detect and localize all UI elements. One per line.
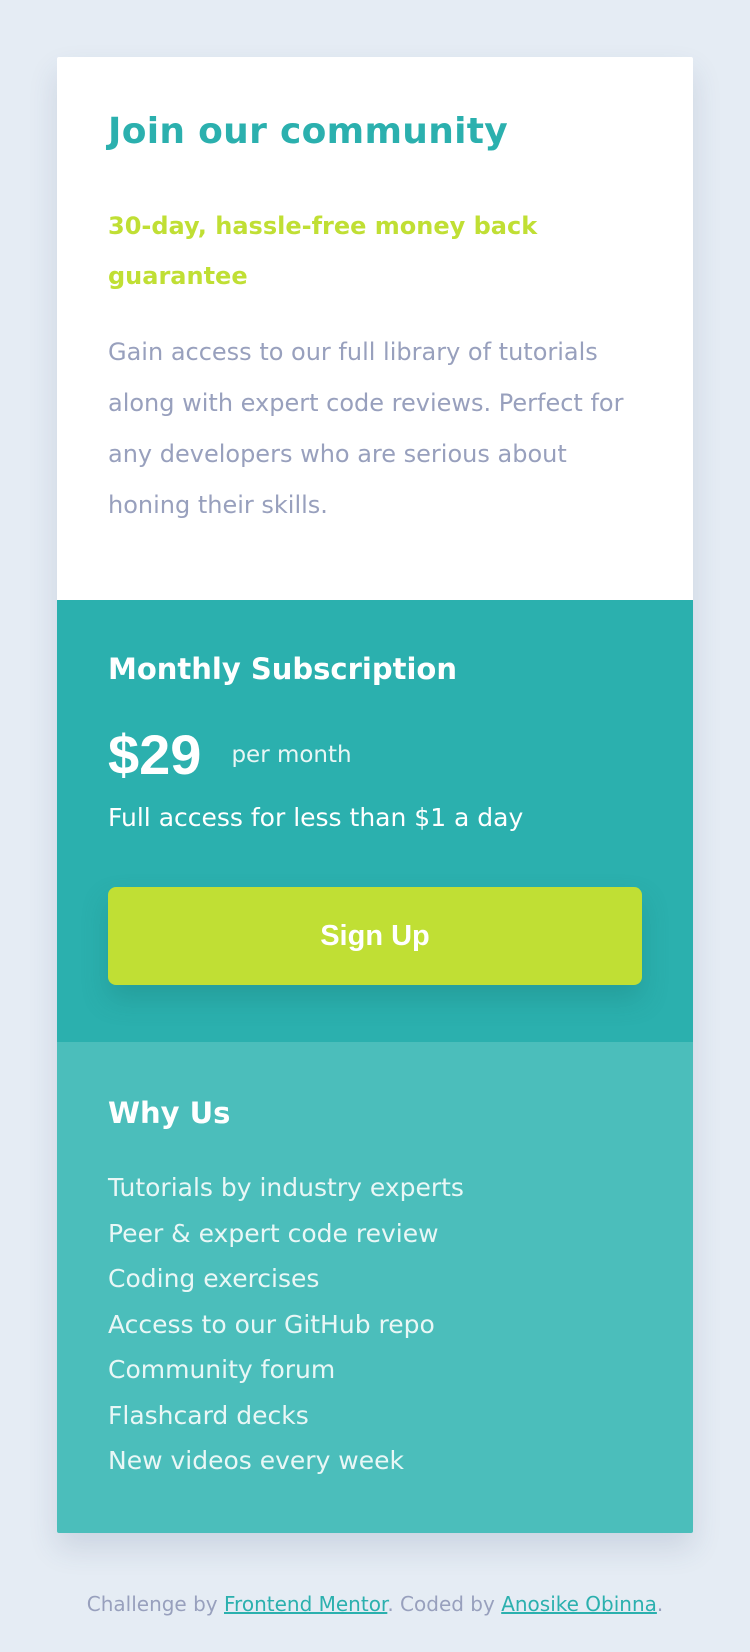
attribution-middle: . Coded by [387,1592,495,1616]
price-period: per month [231,742,352,768]
attribution-footer: Challenge by Frontend Mentor. Coded by A… [0,1588,750,1620]
attribution-prefix: Challenge by [86,1592,218,1616]
why-us-section: Why Us Tutorials by industry experts Pee… [57,1042,693,1533]
pricing-card: Join our community 30-day, hassle-free m… [57,57,693,1533]
sign-up-button[interactable]: Sign Up [108,887,642,985]
subscription-heading: Monthly Subscription [108,652,457,686]
guarantee-text: 30-day, hassle-free money back guarantee [108,212,538,290]
page-title: Join our community [108,111,509,152]
list-item: Tutorials by industry experts [108,1173,464,1202]
why-us-list: Tutorials by industry experts Peer & exp… [108,1165,642,1484]
why-us-heading: Why Us [108,1096,231,1130]
list-item: Flashcard decks [108,1400,309,1430]
price-amount: $29 [108,723,202,786]
attribution-suffix: . [656,1592,664,1616]
author-link[interactable]: Anosike Obinna [501,1592,657,1616]
list-item: Access to our GitHub repo [108,1309,435,1339]
frontend-mentor-link[interactable]: Frontend Mentor [224,1592,387,1616]
access-note: Full access for less than $1 a day [108,803,524,832]
subscription-section: Monthly Subscription $29 per month Full … [57,600,693,1042]
intro-section: Join our community 30-day, hassle-free m… [57,57,693,600]
list-item: Coding exercises [108,1264,320,1293]
list-item: Community forum [108,1355,336,1384]
list-item: New videos every week [108,1446,404,1475]
price-row: $29 per month [108,725,642,785]
list-item: Peer & expert code review [108,1218,439,1248]
description-text: Gain access to our full library of tutor… [108,338,624,519]
